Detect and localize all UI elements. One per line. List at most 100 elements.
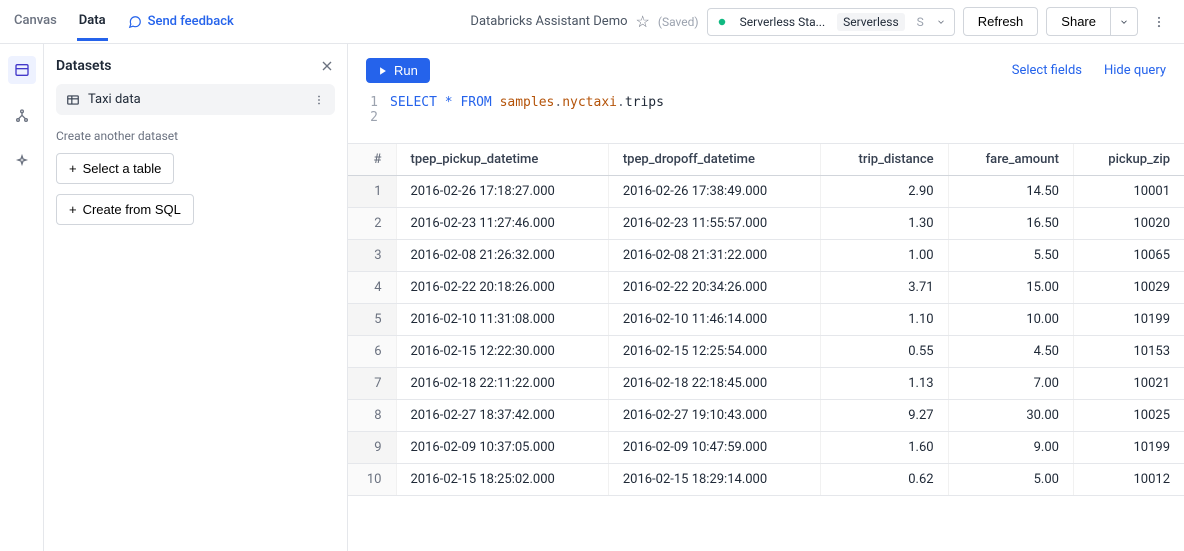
sparkle-icon — [14, 154, 30, 170]
cell: 2016-02-10 11:31:08.000 — [396, 304, 608, 336]
col-trip_distance[interactable]: trip_distance — [821, 144, 948, 176]
cell: 10199 — [1073, 304, 1184, 336]
cell: 2016-02-15 18:29:14.000 — [608, 464, 820, 496]
cell: 2016-02-22 20:34:26.000 — [608, 272, 820, 304]
table-row[interactable]: 12016-02-26 17:18:27.0002016-02-26 17:38… — [348, 176, 1184, 208]
cell: 10 — [348, 464, 396, 496]
compute-cluster: Serverless Sta... — [734, 13, 832, 31]
panel-title: Datasets — [56, 58, 112, 74]
title-area: Databricks Assistant Demo ☆ (Saved) — [470, 12, 698, 31]
line-number: 1 — [366, 95, 390, 110]
left-rail — [0, 44, 44, 551]
cell: 6 — [348, 336, 396, 368]
rail-datasets[interactable] — [8, 56, 36, 84]
run-button[interactable]: Run — [366, 58, 430, 83]
cell: 10065 — [1073, 240, 1184, 272]
cell: 0.55 — [821, 336, 948, 368]
table-row[interactable]: 72016-02-18 22:11:22.0002016-02-18 22:18… — [348, 368, 1184, 400]
cell: 0.62 — [821, 464, 948, 496]
cell: 8 — [348, 400, 396, 432]
cell: 3.71 — [821, 272, 948, 304]
results-table: #tpep_pickup_datetimetpep_dropoff_dateti… — [348, 144, 1184, 496]
table-row[interactable]: 62016-02-15 12:22:30.0002016-02-15 12:25… — [348, 336, 1184, 368]
status-dot-icon — [716, 16, 728, 28]
cell: 7 — [348, 368, 396, 400]
run-label: Run — [394, 63, 418, 78]
cell: 2016-02-26 17:18:27.000 — [396, 176, 608, 208]
cell: 2016-02-23 11:55:57.000 — [608, 208, 820, 240]
cell: 2016-02-27 19:10:43.000 — [608, 400, 820, 432]
table-row[interactable]: 82016-02-27 18:37:42.0002016-02-27 19:10… — [348, 400, 1184, 432]
cell: 10.00 — [948, 304, 1073, 336]
share-caret-button[interactable] — [1110, 7, 1138, 36]
chevron-down-icon — [936, 17, 946, 27]
rail-assistant[interactable] — [8, 148, 36, 176]
overflow-menu[interactable] — [1146, 9, 1172, 35]
cell: 5.50 — [948, 240, 1073, 272]
table-row[interactable]: 32016-02-08 21:26:32.0002016-02-08 21:31… — [348, 240, 1184, 272]
chevron-down-icon — [1119, 17, 1129, 27]
cell: 10012 — [1073, 464, 1184, 496]
cell: 10001 — [1073, 176, 1184, 208]
cell: 2 — [348, 208, 396, 240]
table-row[interactable]: 92016-02-09 10:37:05.0002016-02-09 10:47… — [348, 432, 1184, 464]
create-sql-button[interactable]: + Create from SQL — [56, 194, 194, 225]
table-row[interactable]: 102016-02-15 18:25:02.0002016-02-15 18:2… — [348, 464, 1184, 496]
cell: 9.00 — [948, 432, 1073, 464]
dataset-item[interactable]: Taxi data — [56, 84, 335, 115]
cell: 10153 — [1073, 336, 1184, 368]
cell: 9 — [348, 432, 396, 464]
star-icon[interactable]: ☆ — [636, 12, 650, 31]
table-row[interactable]: 22016-02-23 11:27:46.0002016-02-23 11:55… — [348, 208, 1184, 240]
play-icon — [378, 66, 388, 76]
cell: 3 — [348, 240, 396, 272]
select-table-button[interactable]: + Select a table — [56, 153, 174, 184]
cell: 9.27 — [821, 400, 948, 432]
send-feedback-link[interactable]: Send feedback — [128, 14, 234, 29]
table-row[interactable]: 52016-02-10 11:31:08.0002016-02-10 11:46… — [348, 304, 1184, 336]
runbar: Run Select fields Hide query — [348, 44, 1184, 89]
topbar: Canvas Data Send feedback Databricks Ass… — [0, 0, 1184, 44]
compute-selector[interactable]: Serverless Sta... Serverless S — [707, 8, 955, 36]
table-row[interactable]: 42016-02-22 20:18:26.0002016-02-22 20:34… — [348, 272, 1184, 304]
list-icon — [14, 62, 30, 78]
compute-short: S — [911, 13, 930, 31]
tab-data[interactable]: Data — [77, 3, 108, 41]
view-tabs: Canvas Data — [12, 3, 108, 41]
rail-schema[interactable] — [8, 102, 36, 130]
sql-editor[interactable]: 1 SELECT * FROM samples.nyctaxi.trips 2 — [348, 89, 1184, 144]
dataset-label: Taxi data — [88, 92, 141, 107]
cell: 1.13 — [821, 368, 948, 400]
cell: 2016-02-15 18:25:02.000 — [396, 464, 608, 496]
results-table-wrap[interactable]: #tpep_pickup_datetimetpep_dropoff_dateti… — [348, 144, 1184, 551]
cell: 2.90 — [821, 176, 948, 208]
dataset-more[interactable] — [313, 94, 325, 106]
cell: 16.50 — [948, 208, 1073, 240]
cell: 1 — [348, 176, 396, 208]
close-panel-button[interactable] — [319, 58, 335, 74]
hide-query-link[interactable]: Hide query — [1104, 63, 1166, 78]
col-#[interactable]: # — [348, 144, 396, 176]
cell: 7.00 — [948, 368, 1073, 400]
cell: 10021 — [1073, 368, 1184, 400]
cell: 1.60 — [821, 432, 948, 464]
cell: 4 — [348, 272, 396, 304]
select-fields-link[interactable]: Select fields — [1012, 63, 1082, 78]
tab-canvas[interactable]: Canvas — [12, 3, 59, 41]
share-button[interactable]: Share — [1046, 7, 1110, 36]
cell: 2016-02-08 21:31:22.000 — [608, 240, 820, 272]
col-tpep_dropoff_datetime[interactable]: tpep_dropoff_datetime — [608, 144, 820, 176]
datasets-panel: Datasets Taxi data Create another datase… — [44, 44, 348, 551]
col-tpep_pickup_datetime[interactable]: tpep_pickup_datetime — [396, 144, 608, 176]
cell: 2016-02-09 10:47:59.000 — [608, 432, 820, 464]
kebab-icon — [313, 94, 325, 106]
col-fare_amount[interactable]: fare_amount — [948, 144, 1073, 176]
cell: 2016-02-22 20:18:26.000 — [396, 272, 608, 304]
cell: 2016-02-10 11:46:14.000 — [608, 304, 820, 336]
saved-status: (Saved) — [658, 15, 699, 29]
dashboard-title: Databricks Assistant Demo — [470, 14, 627, 29]
tree-icon — [14, 108, 30, 124]
cell: 2016-02-26 17:38:49.000 — [608, 176, 820, 208]
refresh-button[interactable]: Refresh — [963, 7, 1039, 36]
col-pickup_zip[interactable]: pickup_zip — [1073, 144, 1184, 176]
